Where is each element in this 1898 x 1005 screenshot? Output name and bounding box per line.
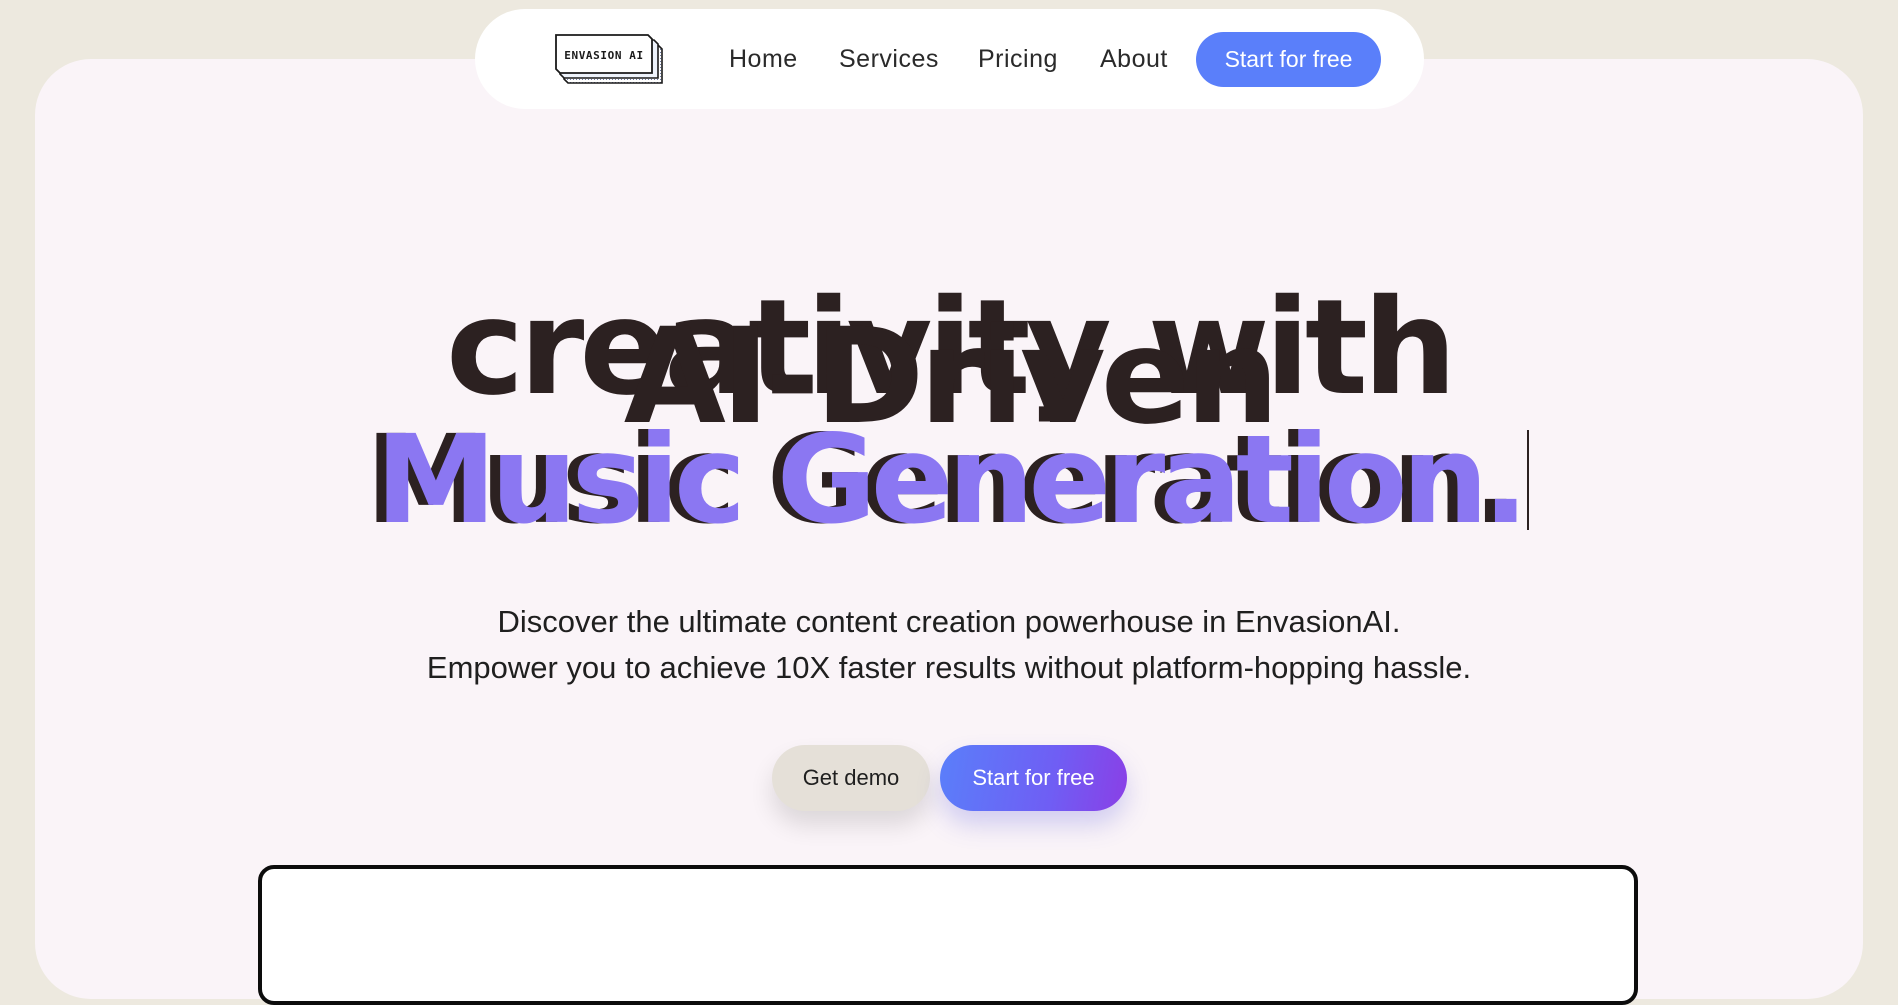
nav-link-home[interactable]: Home (729, 41, 798, 77)
hero-subtitle-line-2: Empower you to achieve 10X faster result… (426, 650, 1472, 685)
product-preview-frame (258, 865, 1638, 1005)
headline-line-3-accent: Music Generation. (375, 409, 1529, 551)
hero-subtitle-line-1: Discover the ultimate content creation p… (497, 604, 1401, 639)
svg-text:ENVASION AI: ENVASION AI (564, 49, 643, 62)
nav-start-for-free-button[interactable]: Start for free (1196, 32, 1381, 87)
nav-link-pricing[interactable]: Pricing (978, 41, 1058, 77)
envasion-ai-logo[interactable]: ENVASION AI (554, 33, 666, 85)
nav-link-services[interactable]: Services (839, 41, 939, 77)
top-navbar: ENVASION AI Home Services Pricing About … (475, 9, 1424, 109)
headline-line-3: Music Generation. Music Generation. (0, 405, 1898, 555)
hero-start-for-free-button[interactable]: Start for free (940, 745, 1127, 811)
get-demo-button[interactable]: Get demo (772, 745, 930, 811)
typing-caret (1527, 430, 1529, 530)
nav-link-about[interactable]: About (1100, 41, 1168, 77)
headline-line-3-text: Music Generation. Music Generation. (365, 405, 1529, 555)
